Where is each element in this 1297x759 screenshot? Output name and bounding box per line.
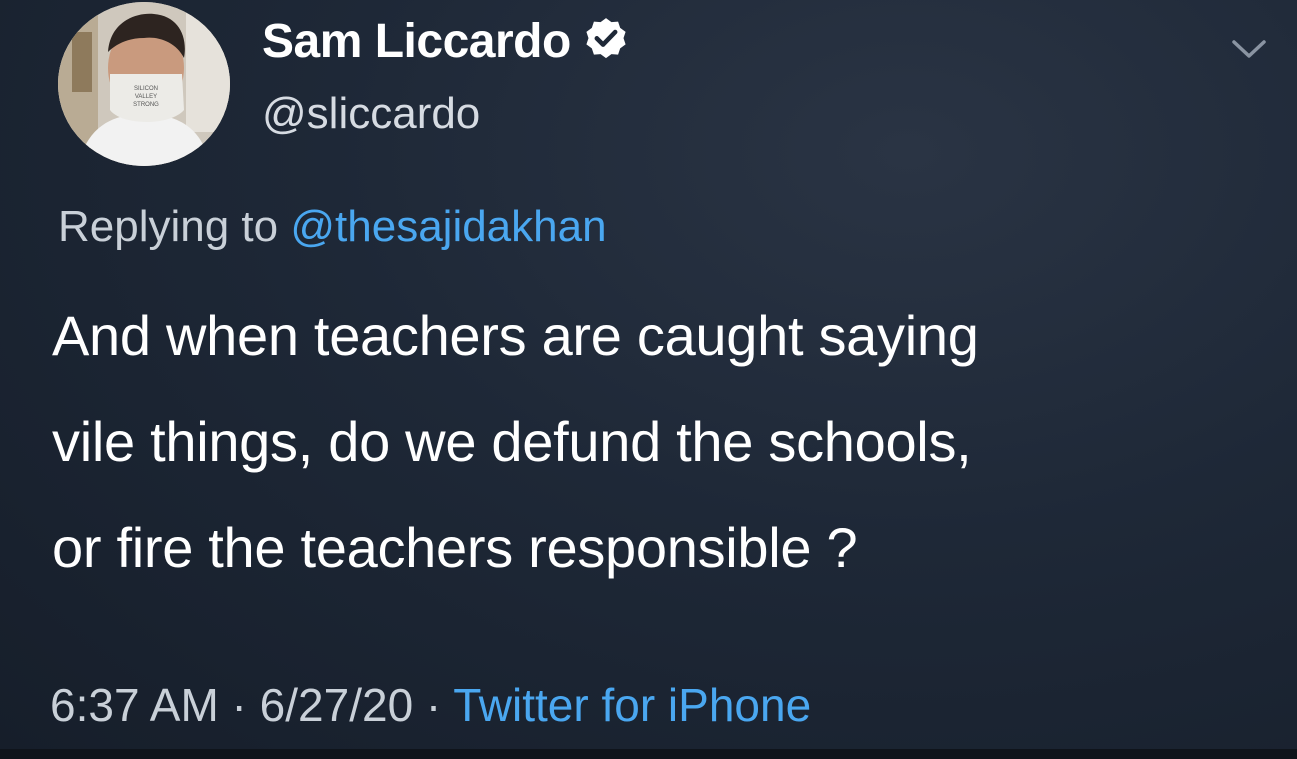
avatar-photo: SILICON VALLEY STRONG: [58, 2, 230, 166]
bottom-edge: [0, 749, 1297, 759]
tweet-source-link[interactable]: Twitter for iPhone: [453, 679, 811, 731]
meta-separator: ·: [413, 679, 454, 731]
svg-text:SILICON: SILICON: [134, 86, 158, 92]
replying-to-label: Replying to: [58, 202, 291, 251]
svg-text:VALLEY: VALLEY: [135, 94, 157, 100]
tweet-date[interactable]: 6/27/20: [260, 679, 413, 731]
display-name[interactable]: Sam Liccardo: [262, 18, 631, 69]
tweet-metadata: 6:37 AM · 6/27/20 · Twitter for iPhone: [50, 682, 811, 728]
tweet-text-line: or fire the teachers responsible ?: [52, 516, 858, 579]
user-handle[interactable]: @sliccardo: [262, 92, 480, 136]
chevron-down-icon[interactable]: [1228, 34, 1270, 64]
avatar[interactable]: SILICON VALLEY STRONG: [58, 2, 230, 166]
tweet-time[interactable]: 6:37 AM: [50, 679, 219, 731]
display-name-text: Sam Liccardo: [262, 15, 571, 68]
meta-separator: ·: [218, 679, 260, 731]
reply-mention-link[interactable]: @thesajidakhan: [290, 202, 606, 251]
tweet-text-line: And when teachers are caught saying: [52, 304, 979, 367]
replying-to: Replying to @thesajidakhan: [58, 205, 607, 249]
verified-badge-icon: [586, 18, 626, 59]
tweet-text-line: vile things, do we defund the schools,: [52, 410, 972, 473]
svg-text:STRONG: STRONG: [133, 102, 159, 108]
tweet-text: And when teachers are caught saying vile…: [52, 298, 1262, 616]
tweet-screen: SILICON VALLEY STRONG Sam Liccardo @slic…: [0, 0, 1297, 759]
